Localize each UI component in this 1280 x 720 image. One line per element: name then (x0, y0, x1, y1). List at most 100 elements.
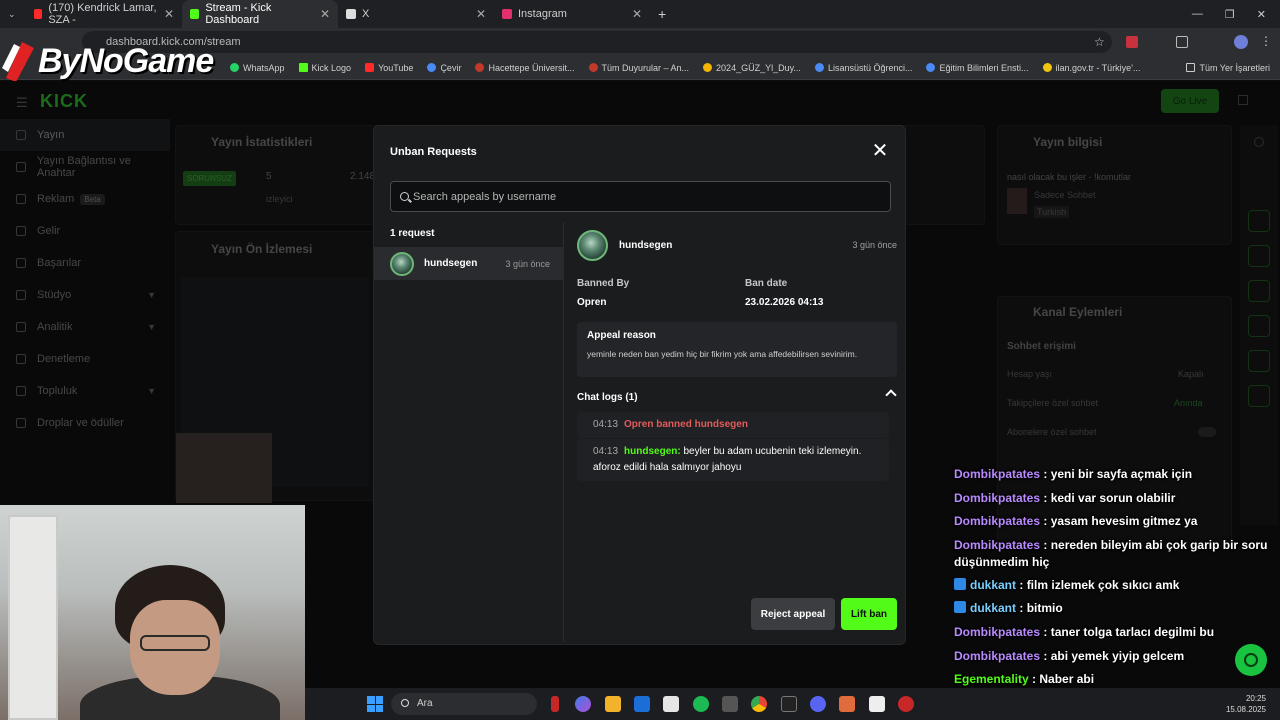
app-icon[interactable] (839, 696, 855, 712)
tab-kick-dashboard[interactable]: Stream - Kick Dashboard ✕ (182, 0, 338, 28)
file-explorer-icon[interactable] (605, 696, 621, 712)
epic-games-icon[interactable] (781, 696, 797, 712)
system-clock[interactable]: 20:25 15.08.2025 (1226, 693, 1266, 715)
chat-logs-header[interactable]: Chat logs (1) (577, 387, 897, 403)
ban-date-label: Ban date (745, 278, 788, 289)
search-input[interactable] (413, 182, 883, 211)
instagram-icon (502, 9, 512, 19)
spotify-icon[interactable] (693, 696, 709, 712)
store-icon[interactable] (663, 696, 679, 712)
request-list: 1 request hundsegen 3 gün önce (374, 222, 564, 642)
chat-logs-title: Chat logs (1) (577, 392, 638, 403)
appeal-reason-text: yeminle neden ban yedim hiç bir fikrim y… (587, 349, 858, 359)
lift-ban-button[interactable]: Lift ban (841, 598, 897, 630)
browser-tab-bar: ⌄ (170) Kendrick Lamar, SZA - ✕ Stream -… (0, 0, 1280, 28)
maximize-icon[interactable]: ❐ (1225, 8, 1235, 21)
discord-icon[interactable] (810, 696, 826, 712)
banned-by-value: Opren (577, 297, 607, 308)
chat-message: Dombikpatates : taner tolga tarlacı degi… (954, 624, 1215, 639)
close-window-icon[interactable]: ✕ (1257, 8, 1266, 21)
drive-icon (703, 63, 713, 72)
close-icon[interactable]: ✕ (632, 7, 642, 21)
chat-log-row: 04:13 Opren banned hundsegen (577, 412, 889, 438)
tab-x[interactable]: X ✕ (338, 0, 494, 28)
globe-icon (926, 63, 936, 72)
bookmark-youtube[interactable]: YouTube (365, 63, 413, 73)
youtube-icon (34, 9, 43, 19)
new-tab-button[interactable]: + (650, 0, 670, 28)
chat-username: Dombikpatates (954, 624, 1041, 639)
menu-dots-icon[interactable]: ⋮ (1260, 34, 1272, 48)
tab-search-button[interactable]: ⌄ (0, 0, 26, 28)
chat-message: Dombikpatates : kedi var sorun olabilir (954, 490, 1176, 505)
steam-icon[interactable] (722, 696, 738, 712)
app-icon[interactable] (869, 696, 885, 712)
bookmark-egitim[interactable]: Eğitim Bilimleri Ensti... (926, 63, 1029, 73)
translate-icon (427, 63, 437, 72)
bynogame-logo-icon (2, 42, 34, 82)
ban-date-value: 23.02.2026 04:13 (745, 297, 824, 308)
streamer-glasses (140, 635, 210, 651)
chat-message: Dombikpatates : abi yemek yiyip gelcem (954, 648, 1185, 663)
tab-youtube[interactable]: (170) Kendrick Lamar, SZA - ✕ (26, 0, 182, 28)
bookmark-all[interactable]: Tüm Yer İşaretleri (1186, 63, 1270, 73)
request-list-item[interactable]: hundsegen 3 gün önce (374, 247, 564, 280)
badge-icon (954, 577, 966, 590)
windows-start-icon[interactable] (367, 696, 383, 712)
app-icon[interactable] (898, 696, 914, 712)
unban-requests-modal: Unban Requests ✕ 1 request hundsegen 3 g… (373, 125, 906, 645)
close-icon[interactable]: ✕ (476, 7, 486, 21)
chrome-icon[interactable] (751, 696, 767, 712)
search-field[interactable] (390, 181, 891, 212)
detail-username: hundsegen (619, 240, 673, 251)
reject-appeal-button[interactable]: Reject appeal (751, 598, 835, 630)
extensions-puzzle-icon[interactable] (1176, 36, 1188, 48)
taskbar-search[interactable]: Ara (391, 693, 537, 715)
close-icon[interactable]: ✕ (870, 141, 890, 162)
profile-avatar[interactable] (1234, 35, 1248, 49)
clock-date: 15.08.2025 (1225, 705, 1266, 714)
extension-icon[interactable] (1126, 36, 1138, 48)
chat-text: bitmio (1026, 601, 1063, 616)
chat-username: dukkant (970, 601, 1017, 616)
avatar (577, 230, 608, 261)
chat-message: dukkant : bitmio (954, 597, 1280, 621)
close-icon[interactable]: ✕ (164, 7, 174, 21)
bookmark-cevir[interactable]: Çevir (427, 63, 461, 73)
chat-username: Dombikpatates (954, 490, 1041, 505)
minimize-icon[interactable]: — (1192, 8, 1203, 21)
chat-username: Dombikpatates (954, 514, 1041, 529)
bookmark-drive[interactable]: 2024_GÜZ_Yl_Duy... (703, 63, 801, 73)
search-icon (400, 192, 409, 201)
tab-instagram[interactable]: Instagram ✕ (494, 0, 650, 28)
folder-icon (1186, 63, 1196, 72)
chat-text: abi yemek yiyip gelcem (1050, 648, 1185, 663)
chat-log-row: 04:13 hundsegen: beyler bu adam ucubenin … (577, 439, 889, 481)
bookmark-ilan[interactable]: ilan.gov.tr - Türkiye'... (1042, 63, 1140, 73)
chat-bubble-icon[interactable] (1235, 644, 1267, 676)
bookmark-kick-logo[interactable]: Kick Logo (298, 63, 351, 73)
bookmark-lisansustu[interactable]: Lisansüstü Öğrenci... (814, 63, 912, 73)
modal-title: Unban Requests (390, 146, 477, 158)
outlook-icon[interactable] (634, 696, 650, 712)
log-username: hundsegen (624, 446, 678, 457)
chat-message: dukkant : film izlemek çok sıkıcı amk (954, 574, 1280, 598)
chat-username: Dombikpatates (954, 537, 1041, 552)
avatar (390, 251, 414, 276)
app-icon[interactable] (551, 696, 559, 712)
star-icon[interactable]: ☆ (1094, 35, 1105, 49)
copilot-icon[interactable] (575, 696, 591, 712)
chevron-up-icon[interactable] (885, 387, 897, 399)
request-count: 1 request (390, 228, 435, 239)
ilan-icon (1042, 63, 1052, 72)
detail-time: 3 gün önce (852, 240, 897, 250)
close-icon[interactable]: ✕ (320, 7, 330, 21)
bookmark-duyurular[interactable]: Tüm Duyurular – An... (588, 63, 689, 73)
tab-title: X (362, 8, 370, 20)
bynogame-watermark: ByNoGame (0, 32, 240, 84)
bookmark-hacettepe[interactable]: Hacettepe Üniversit... (475, 63, 575, 73)
taskbar-search-label: Ara (417, 698, 433, 709)
chat-message: Dombikpatates : nereden bileyim abi çok … (954, 537, 1268, 569)
chat-username: Dombikpatates (954, 648, 1041, 663)
log-ban-event: Opren banned hundsegen (624, 419, 748, 430)
